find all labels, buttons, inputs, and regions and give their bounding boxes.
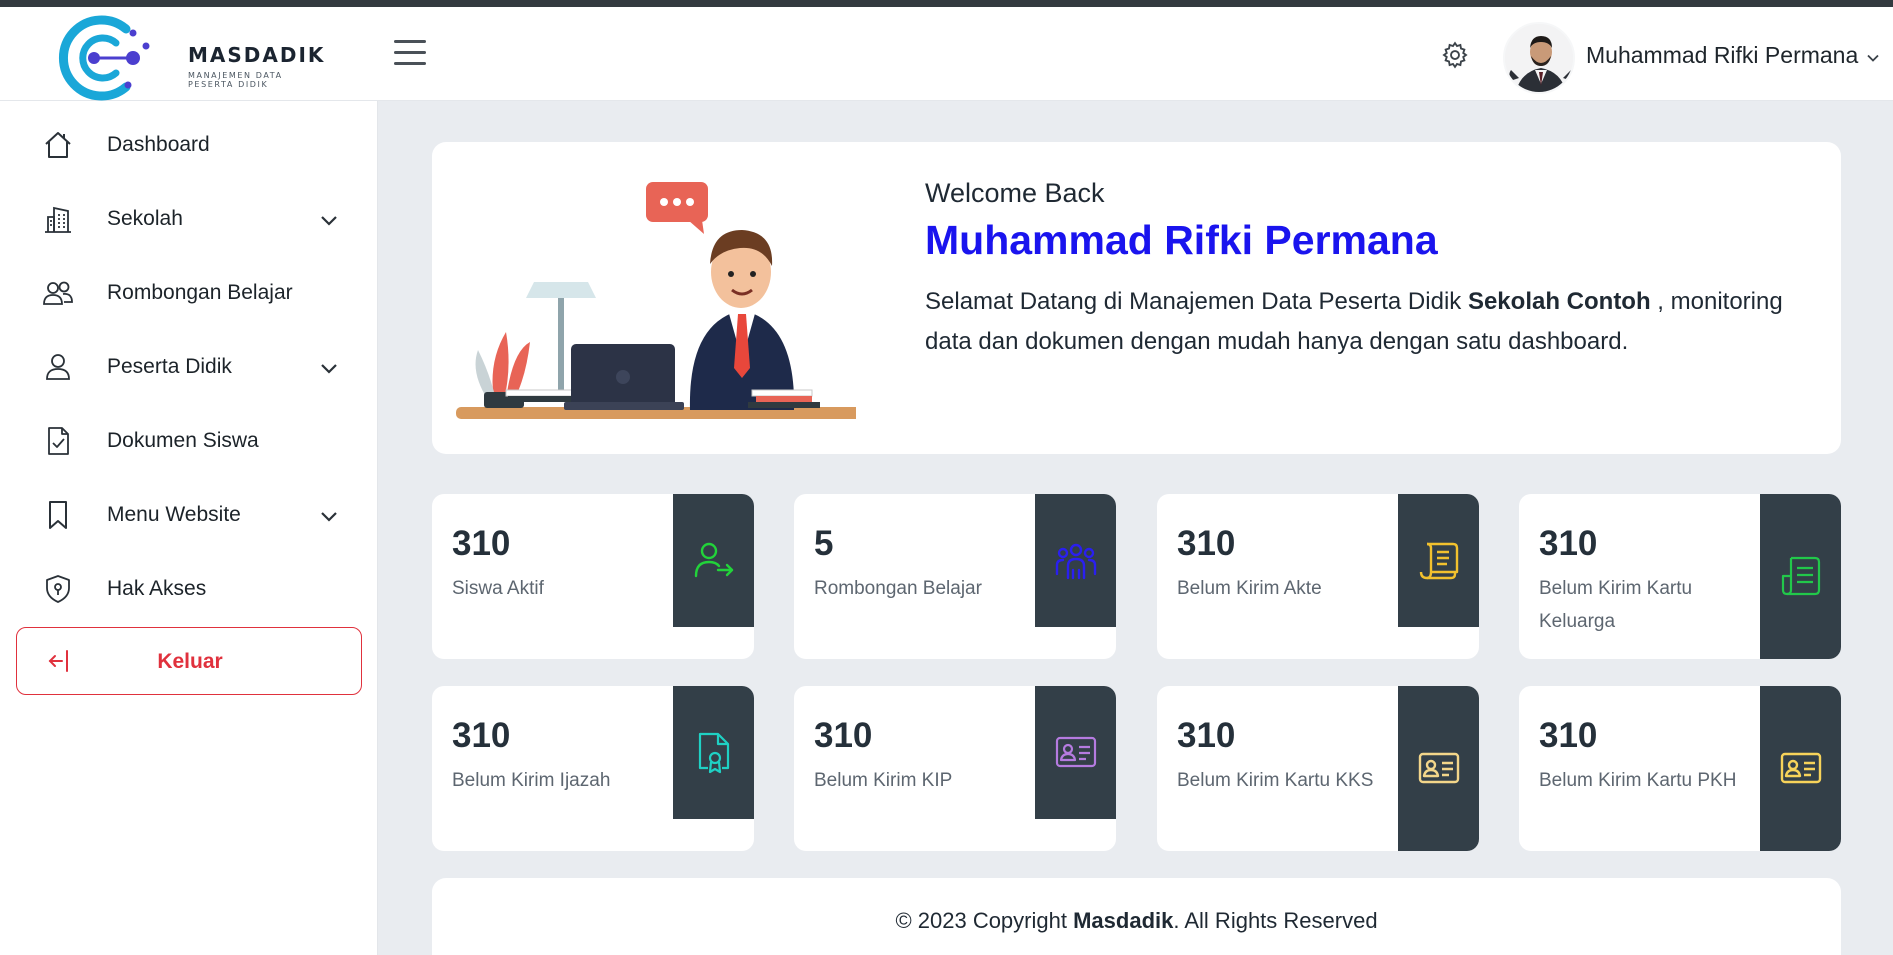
sidebar-item-label: Dashboard <box>107 133 210 156</box>
stat-label: Belum Kirim Ijazah <box>452 770 611 791</box>
top-header: MASDADIK MANAJEMEN DATA PESERTA DIDIK Mu… <box>0 7 1893 101</box>
stat-icon-panel <box>1035 686 1116 819</box>
stat-value: 310 <box>1177 524 1236 563</box>
welcome-card: Welcome Back Muhammad Rifki Permana Sela… <box>432 142 1841 454</box>
office-worker-illustration <box>456 182 856 419</box>
stat-value: 310 <box>452 524 511 563</box>
user-avatar[interactable] <box>1503 22 1575 94</box>
home-icon <box>45 132 71 158</box>
stat-card-belum-kirim-kartu-pkh[interactable]: 310 Belum Kirim Kartu PKH <box>1519 686 1841 851</box>
sidebar-item-menu-website[interactable]: Menu Website <box>0 485 378 545</box>
menu-toggle-button[interactable] <box>394 40 426 68</box>
stat-icon-panel <box>1760 686 1841 851</box>
stat-card-rombongan-belajar[interactable]: 5 Rombongan Belajar <box>794 494 1116 659</box>
stat-value: 310 <box>814 716 873 755</box>
stat-card-belum-kirim-ijazah[interactable]: 310 Belum Kirim Ijazah <box>432 686 754 851</box>
id-card-icon <box>1055 736 1097 768</box>
chevron-down-icon <box>321 216 337 226</box>
users-icon <box>43 281 73 305</box>
stat-value: 310 <box>1539 524 1598 563</box>
stat-label: Belum Kirim Kartu PKH <box>1539 770 1737 791</box>
logout-button[interactable]: Keluar <box>16 627 362 695</box>
hamburger-line <box>394 51 426 54</box>
brand-tagline: MANAJEMEN DATA PESERTA DIDIK <box>188 71 283 89</box>
bookmark-icon <box>49 501 67 529</box>
id-card-icon <box>1780 752 1822 784</box>
stat-card-belum-kirim-akte[interactable]: 310 Belum Kirim Akte <box>1157 494 1479 659</box>
sidebar-item-hak-akses[interactable]: Hak Akses <box>0 559 378 619</box>
scroll-icon <box>1419 542 1459 580</box>
hamburger-line <box>394 62 426 65</box>
masdadik-logo-icon <box>58 15 150 101</box>
stat-value: 310 <box>1177 716 1236 755</box>
welcome-text-before: Selamat Datang di Manajemen Data Peserta… <box>925 288 1468 315</box>
sidebar-item-label: Menu Website <box>107 503 241 526</box>
brand-logo[interactable]: MASDADIK MANAJEMEN DATA PESERTA DIDIK <box>50 13 323 103</box>
certificate-icon <box>698 732 730 774</box>
sidebar-item-label: Sekolah <box>107 207 183 230</box>
welcome-message: Selamat Datang di Manajemen Data Peserta… <box>925 282 1785 362</box>
stat-card-belum-kirim-kip[interactable]: 310 Belum Kirim KIP <box>794 686 1116 851</box>
chevron-down-icon <box>321 512 337 522</box>
stat-label: Belum Kirim Akte <box>1177 578 1322 599</box>
sidebar-item-label: Peserta Didik <box>107 355 232 378</box>
stat-value: 310 <box>1539 716 1598 755</box>
stat-value: 310 <box>452 716 511 755</box>
stat-icon-panel <box>1398 686 1479 851</box>
welcome-greeting: Welcome Back <box>925 178 1105 208</box>
stat-icon-panel <box>1035 494 1116 627</box>
logout-label: Keluar <box>157 650 223 673</box>
copyright-brand: Masdadik <box>1073 908 1174 933</box>
brand-name: MASDADIK <box>188 43 326 67</box>
sidebar-item-label: Rombongan Belajar <box>107 281 293 304</box>
chevron-down-icon[interactable] <box>1866 51 1880 65</box>
chevron-down-icon <box>321 364 337 374</box>
stat-card-belum-kirim-kartu-kks[interactable]: 310 Belum Kirim Kartu KKS <box>1157 686 1479 851</box>
stat-icon-panel <box>673 494 754 627</box>
stat-label: Belum Kirim Kartu Keluarga <box>1539 578 1693 632</box>
sidebar: Dashboard Sekolah Rombongan Belajar Pese… <box>0 101 378 955</box>
group-icon <box>1055 543 1097 580</box>
sidebar-item-label: Hak Akses <box>107 577 207 600</box>
user-icon <box>46 354 70 380</box>
copyright-prefix: © 2023 Copyright <box>895 908 1074 933</box>
document-check-icon <box>48 427 69 455</box>
sidebar-item-sekolah[interactable]: Sekolah <box>0 189 378 249</box>
file-lines-icon <box>1781 556 1821 596</box>
stat-card-belum-kirim-kartu-keluarga[interactable]: 310 Belum Kirim Kartu Keluarga <box>1519 494 1841 659</box>
shield-icon <box>46 575 70 603</box>
stat-label: Siswa Aktif <box>452 578 544 599</box>
stat-label: Belum Kirim KIP <box>814 770 953 791</box>
stat-icon-panel <box>1760 494 1841 659</box>
sidebar-item-peserta-didik[interactable]: Peserta Didik <box>0 337 378 397</box>
stat-icon-panel <box>673 686 754 819</box>
sidebar-item-dokumen-siswa[interactable]: Dokumen Siswa <box>0 411 378 471</box>
hamburger-line <box>394 40 426 43</box>
user-arrow-icon <box>694 542 734 578</box>
stat-label: Belum Kirim Kartu KKS <box>1177 770 1374 791</box>
school-name: Sekolah Contoh <box>1467 288 1651 315</box>
window-top-border <box>0 0 1893 7</box>
id-card-icon <box>1418 752 1460 784</box>
stat-label: Rombongan Belajar <box>814 578 982 599</box>
sidebar-item-dashboard[interactable]: Dashboard <box>0 115 378 175</box>
user-name[interactable]: Muhammad Rifki Permana <box>1586 42 1858 69</box>
brand-text: MASDADIK MANAJEMEN DATA PESERTA DIDIK <box>188 43 325 89</box>
stat-card-siswa-aktif[interactable]: 310 Siswa Aktif <box>432 494 754 659</box>
copyright-text: © 2023 Copyright Masdadik. All Rights Re… <box>432 908 1841 934</box>
gear-icon[interactable] <box>1440 40 1470 70</box>
building-icon <box>45 206 71 233</box>
footer: © 2023 Copyright Masdadik. All Rights Re… <box>432 878 1841 955</box>
copyright-suffix: . All Rights Reserved <box>1173 908 1378 933</box>
stat-icon-panel <box>1398 494 1479 627</box>
user-photo <box>1505 24 1573 92</box>
stat-value: 5 <box>814 524 834 563</box>
sidebar-item-rombongan-belajar[interactable]: Rombongan Belajar <box>0 263 378 323</box>
sidebar-item-label: Dokumen Siswa <box>107 429 259 452</box>
welcome-user-name: Muhammad Rifki Permana <box>925 217 1438 263</box>
